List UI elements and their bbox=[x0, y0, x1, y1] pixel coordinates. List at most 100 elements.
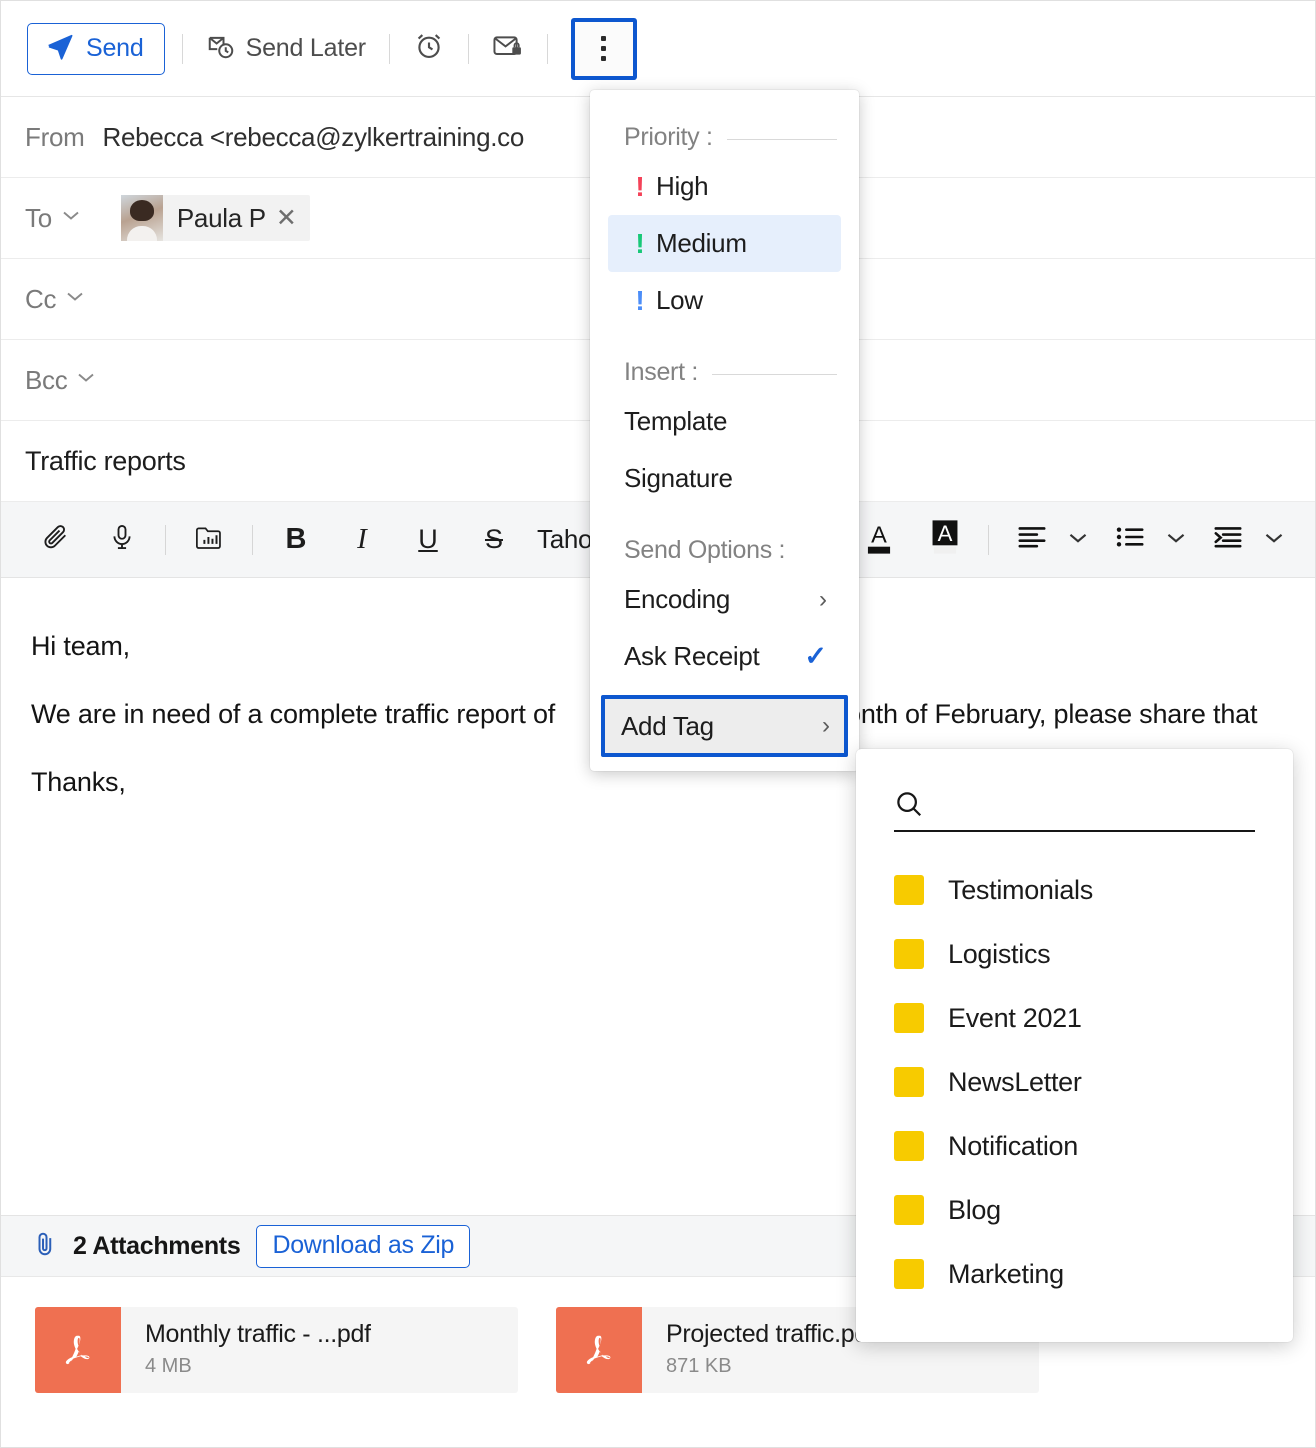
paperclip-icon bbox=[33, 1230, 57, 1263]
tag-label: Marketing bbox=[948, 1258, 1064, 1289]
tag-option-event-2021[interactable]: Event 2021 bbox=[894, 986, 1255, 1050]
menu-item-label: Medium bbox=[656, 228, 747, 258]
section-rule bbox=[712, 373, 837, 375]
paperclip-icon bbox=[42, 523, 70, 556]
menu-item-priority-high[interactable]: ! High bbox=[608, 158, 841, 215]
menu-item-label: Low bbox=[656, 285, 703, 315]
indent-icon bbox=[1213, 526, 1243, 553]
tag-color-swatch bbox=[894, 875, 924, 905]
align-chevron-down-icon[interactable] bbox=[1067, 528, 1089, 551]
tag-color-swatch bbox=[894, 1195, 924, 1225]
compose-toolbar: Send Send Later bbox=[1, 1, 1315, 97]
secure-mail-icon bbox=[492, 31, 524, 66]
to-chevron-down-icon[interactable] bbox=[61, 209, 81, 227]
strikethrough-button[interactable]: S bbox=[471, 517, 517, 563]
attach-file-button[interactable] bbox=[33, 517, 79, 563]
tag-search-input[interactable] bbox=[924, 792, 1255, 824]
toolbar-divider-4 bbox=[546, 33, 548, 64]
from-value: Rebecca <rebecca@zylkertraining.co bbox=[102, 121, 525, 152]
menu-item-template[interactable]: Template bbox=[608, 393, 841, 450]
menu-item-label: Ask Receipt bbox=[624, 641, 760, 671]
secure-mail-button[interactable] bbox=[486, 27, 530, 70]
section-rule bbox=[726, 138, 837, 140]
highlight-color-button[interactable]: A bbox=[922, 517, 968, 563]
align-button[interactable] bbox=[1009, 517, 1055, 563]
download-as-zip-button[interactable]: Download as Zip bbox=[256, 1224, 471, 1268]
submenu-arrow-container: › bbox=[822, 712, 830, 740]
menu-item-label: Template bbox=[624, 406, 728, 436]
menu-item-label: High bbox=[656, 171, 709, 201]
menu-item-priority-medium[interactable]: ! Medium bbox=[608, 215, 841, 272]
tag-label: NewsLetter bbox=[948, 1066, 1082, 1097]
toolbar-divider-1 bbox=[181, 33, 183, 64]
to-label: To bbox=[25, 202, 52, 233]
priority-section-label: Priority : bbox=[624, 122, 713, 151]
tag-color-swatch bbox=[894, 1067, 924, 1097]
italic-button[interactable]: I bbox=[339, 517, 385, 563]
bold-button[interactable]: B bbox=[273, 517, 319, 563]
menu-item-priority-low[interactable]: ! Low bbox=[608, 272, 841, 329]
insert-section-label: Insert : bbox=[624, 357, 699, 386]
menu-item-encoding[interactable]: Encoding › bbox=[608, 571, 841, 628]
kebab-menu-icon bbox=[601, 36, 607, 61]
body-main-left: We are in need of a complete traffic rep… bbox=[31, 699, 556, 729]
more-options-menu: Priority : ! High ! Medium ! Low Insert … bbox=[590, 90, 859, 771]
recipient-chip[interactable]: Paula P ✕ bbox=[120, 195, 310, 241]
more-options-button[interactable] bbox=[570, 17, 637, 80]
tag-option-newsletter[interactable]: NewsLetter bbox=[894, 1050, 1255, 1114]
tag-option-testimonials[interactable]: Testimonials bbox=[894, 858, 1255, 922]
tag-search-row[interactable] bbox=[894, 789, 1255, 832]
attachment-count: 2 Attachments bbox=[73, 1231, 241, 1260]
indent-button[interactable] bbox=[1205, 517, 1251, 563]
format-divider-1 bbox=[165, 524, 166, 555]
menu-item-label: Signature bbox=[624, 463, 733, 493]
tag-option-blog[interactable]: Blog bbox=[894, 1178, 1255, 1242]
voice-record-button[interactable] bbox=[99, 517, 145, 563]
from-label: From bbox=[25, 121, 85, 152]
menu-spacer bbox=[590, 685, 859, 695]
tag-label: Blog bbox=[948, 1194, 1001, 1225]
pdf-file-icon bbox=[35, 1307, 121, 1393]
priority-low-icon: ! bbox=[635, 284, 645, 316]
menu-item-ask-receipt[interactable]: Ask Receipt ✓ bbox=[608, 628, 841, 685]
insert-image-button[interactable] bbox=[186, 517, 232, 563]
bullet-list-button[interactable] bbox=[1107, 517, 1153, 563]
attachment-meta: Monthly traffic - ...pdf 4 MB bbox=[121, 1307, 371, 1393]
priority-section-header: Priority : bbox=[590, 116, 859, 158]
text-color-icon: A bbox=[862, 519, 896, 560]
underline-button[interactable]: U bbox=[405, 517, 451, 563]
priority-high-icon: ! bbox=[635, 170, 645, 202]
send-options-section-label: Send Options : bbox=[624, 535, 786, 564]
chevron-right-icon: › bbox=[822, 712, 830, 739]
remove-recipient-icon[interactable]: ✕ bbox=[276, 203, 310, 233]
send-button[interactable]: Send bbox=[27, 22, 165, 75]
set-reminder-button[interactable] bbox=[407, 26, 451, 71]
bcc-label: Bcc bbox=[25, 364, 68, 395]
priority-medium-icon: ! bbox=[635, 227, 645, 259]
tag-color-swatch bbox=[894, 1259, 924, 1289]
tag-color-swatch bbox=[894, 1131, 924, 1161]
menu-item-signature[interactable]: Signature bbox=[608, 450, 841, 507]
send-later-button[interactable]: Send Later bbox=[200, 27, 372, 70]
attachment-name: Monthly traffic - ...pdf bbox=[145, 1320, 371, 1348]
attachment-meta: Projected traffic.pdf 871 KB bbox=[642, 1307, 875, 1393]
send-later-label: Send Later bbox=[245, 34, 367, 62]
send-later-icon bbox=[206, 31, 236, 66]
cc-label: Cc bbox=[25, 283, 57, 314]
tag-label: Logistics bbox=[948, 938, 1051, 969]
menu-item-add-tag[interactable]: Add Tag › bbox=[601, 695, 848, 757]
attachment-name: Projected traffic.pdf bbox=[666, 1320, 875, 1348]
bcc-chevron-down-icon[interactable] bbox=[76, 371, 96, 389]
format-divider-2 bbox=[252, 524, 253, 555]
chevron-right-icon: › bbox=[819, 585, 827, 613]
recipient-name: Paula P bbox=[176, 202, 266, 233]
cc-chevron-down-icon[interactable] bbox=[65, 290, 85, 308]
text-color-button[interactable]: A bbox=[856, 517, 902, 563]
tag-color-swatch bbox=[894, 939, 924, 969]
indent-chevron-down-icon[interactable] bbox=[1263, 528, 1285, 551]
tag-option-logistics[interactable]: Logistics bbox=[894, 922, 1255, 986]
tag-option-marketing[interactable]: Marketing bbox=[894, 1242, 1255, 1306]
list-chevron-down-icon[interactable] bbox=[1165, 528, 1187, 551]
attachment-item[interactable]: Monthly traffic - ...pdf 4 MB bbox=[35, 1307, 518, 1393]
tag-option-notification[interactable]: Notification bbox=[894, 1114, 1255, 1178]
